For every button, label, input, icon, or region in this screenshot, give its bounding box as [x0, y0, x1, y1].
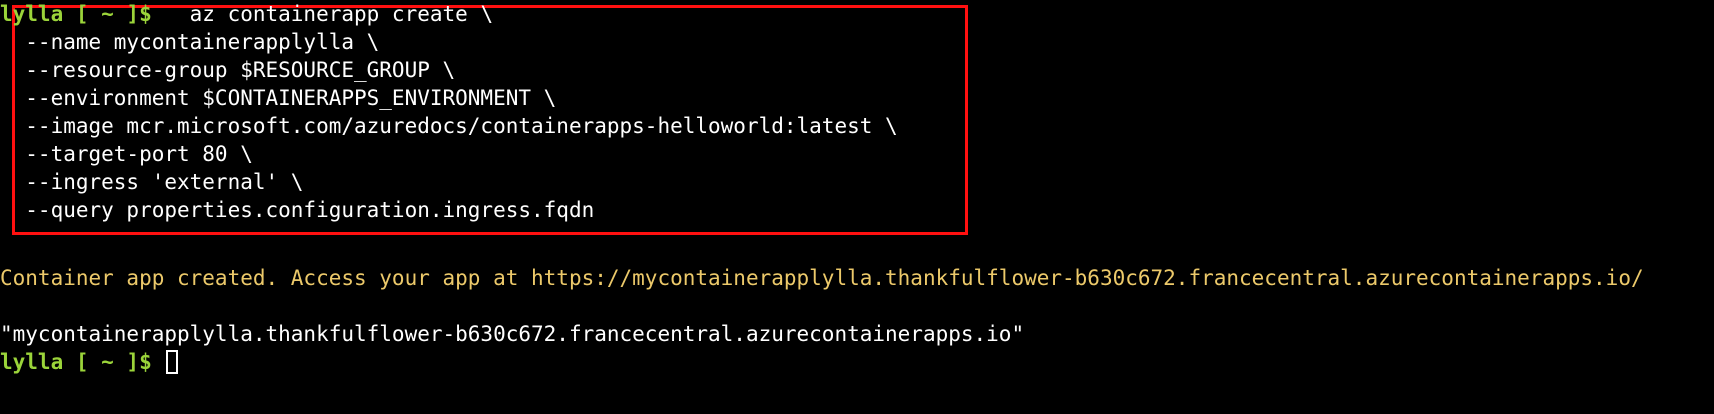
command-output: "mycontainerapplylla.thankfulflower-b630… — [0, 322, 1025, 346]
command-line-7: --ingress 'external' \ — [0, 170, 304, 194]
command-line-2: --name mycontainerapplylla \ — [0, 30, 380, 54]
command-line-4: --environment $CONTAINERAPPS_ENVIRONMENT… — [0, 86, 557, 110]
command-line-5: --image mcr.microsoft.com/azuredocs/cont… — [0, 114, 898, 138]
terminal-window[interactable]: lylla [ ~ ]$ az containerapp create \ --… — [0, 0, 1714, 414]
prompt: lylla [ ~ ]$ — [0, 350, 152, 374]
command-text: az containerapp create \ — [151, 2, 494, 26]
command-line-8: --query properties.configuration.ingress… — [0, 198, 595, 222]
command-line-3: --resource-group $RESOURCE_GROUP \ — [0, 58, 456, 82]
command-line-1: lylla [ ~ ]$ az containerapp create \ — [0, 0, 493, 28]
final-prompt-line[interactable]: lylla [ ~ ]$ — [0, 348, 179, 376]
command-line-6: --target-port 80 \ — [0, 142, 253, 166]
status-message: Container app created. Access your app a… — [0, 266, 1644, 290]
prompt: lylla [ ~ ]$ — [0, 2, 152, 26]
text-cursor — [166, 350, 179, 374]
